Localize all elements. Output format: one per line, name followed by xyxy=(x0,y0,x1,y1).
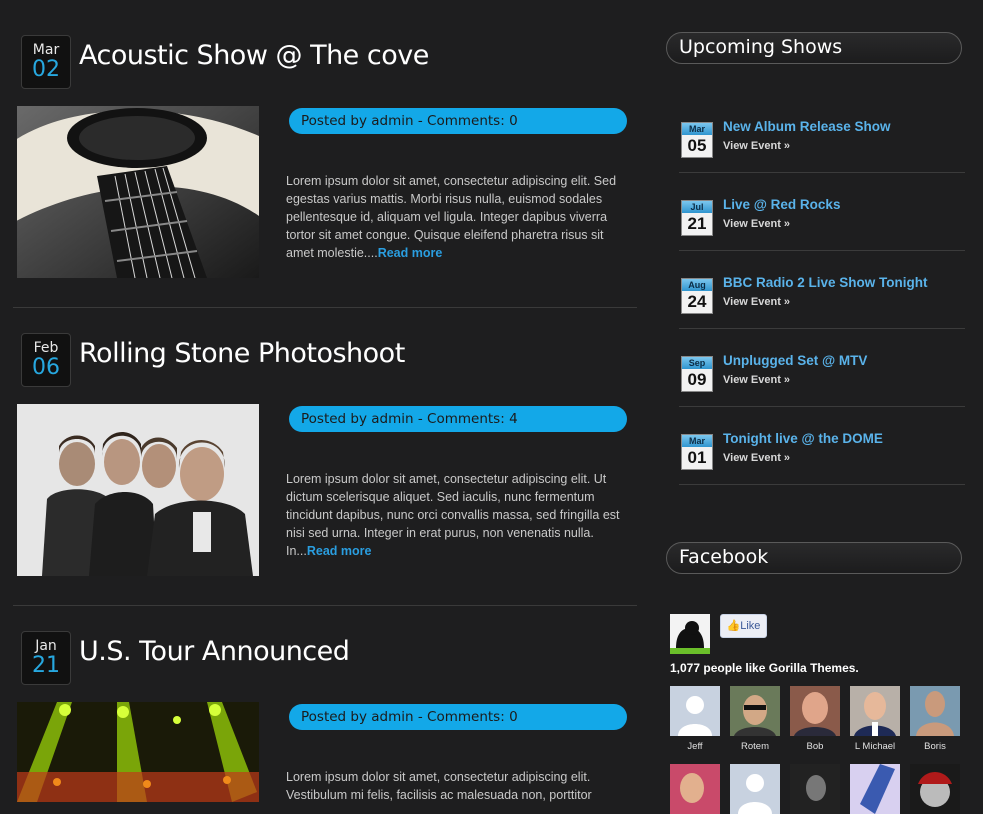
calendar-month: Mar xyxy=(682,123,712,135)
post-meta-bar: Posted by admin - Comments: 0 xyxy=(289,704,627,730)
facebook-like-button[interactable]: 👍Like xyxy=(720,614,767,638)
show-divider xyxy=(679,172,965,173)
view-event-link[interactable]: View Event » xyxy=(723,296,790,308)
like-label: Like xyxy=(740,620,761,632)
calendar-day: 21 xyxy=(687,214,707,233)
fan-item[interactable] xyxy=(670,764,720,814)
calendar-day: 09 xyxy=(687,370,707,389)
fan-item[interactable]: Bob xyxy=(790,686,840,752)
show-divider xyxy=(679,250,965,251)
date-badge: Jan 21 xyxy=(21,631,71,685)
fan-item[interactable]: L Michael xyxy=(850,686,900,752)
fan-item[interactable] xyxy=(850,764,900,814)
fan-name: Boris xyxy=(924,741,946,752)
fan-name: Jeff xyxy=(687,741,703,752)
show-item: Aug 24 BBC Radio 2 Live Show Tonight Vie… xyxy=(679,275,965,356)
calendar-icon: Mar 05 xyxy=(681,122,713,158)
page-name-link[interactable]: Gorilla Themes xyxy=(769,661,856,675)
like-count: 1,077 people like Gorilla Themes. xyxy=(670,661,859,675)
calendar-day: 24 xyxy=(687,292,707,311)
avatar xyxy=(790,686,840,736)
view-event-link[interactable]: View Event » xyxy=(723,374,790,386)
calendar-day: 01 xyxy=(687,448,707,467)
calendar-icon: Mar 01 xyxy=(681,434,713,470)
show-divider xyxy=(679,484,965,485)
date-day: 21 xyxy=(32,653,60,678)
fan-name: Bob xyxy=(806,741,824,752)
avatar xyxy=(730,686,780,736)
avatar xyxy=(670,764,720,814)
fan-item[interactable]: Jeff xyxy=(670,686,720,752)
show-item: Sep 09 Unplugged Set @ MTV View Event » xyxy=(679,353,965,434)
show-title-link[interactable]: BBC Radio 2 Live Show Tonight xyxy=(723,275,928,290)
post-title-link[interactable]: U.S. Tour Announced xyxy=(79,636,350,667)
gorilla-logo-image[interactable] xyxy=(670,614,710,654)
post-excerpt: Lorem ipsum dolor sit amet, consectetur … xyxy=(286,768,631,804)
avatar xyxy=(910,764,960,814)
calendar-month: Sep xyxy=(682,357,712,369)
avatar xyxy=(670,686,720,736)
fan-name: L Michael xyxy=(854,741,896,752)
avatar xyxy=(850,686,900,736)
date-month: Jan xyxy=(35,638,57,654)
fan-item[interactable]: Boris xyxy=(910,686,960,752)
calendar-icon: Sep 09 xyxy=(681,356,713,392)
show-title-link[interactable]: Tonight live @ the DOME xyxy=(723,431,883,446)
calendar-day: 05 xyxy=(687,136,707,155)
avatar xyxy=(790,764,840,814)
show-title-link[interactable]: New Album Release Show xyxy=(723,119,891,134)
show-divider xyxy=(679,406,965,407)
view-event-link[interactable]: View Event » xyxy=(723,140,790,152)
facebook-header: Facebook xyxy=(666,542,962,574)
concert-image[interactable] xyxy=(17,702,259,802)
meta-prefix: Posted by xyxy=(301,709,372,725)
show-title-link[interactable]: Unplugged Set @ MTV xyxy=(723,353,867,368)
avatar xyxy=(730,764,780,814)
fan-name: Rotem xyxy=(741,741,769,752)
widget-title: Upcoming Shows xyxy=(679,36,843,58)
meta-separator: - Comments: xyxy=(413,709,510,725)
comments-count-link[interactable]: 0 xyxy=(509,709,518,725)
avatar xyxy=(910,686,960,736)
fan-item[interactable] xyxy=(910,764,960,814)
upcoming-shows-header: Upcoming Shows xyxy=(666,32,962,64)
view-event-link[interactable]: View Event » xyxy=(723,218,790,230)
show-item: Mar 05 New Album Release Show View Event… xyxy=(679,119,965,200)
thumbs-up-icon: 👍 xyxy=(726,620,741,632)
widget-title: Facebook xyxy=(679,546,769,568)
fan-item[interactable] xyxy=(790,764,840,814)
show-title-link[interactable]: Live @ Red Rocks xyxy=(723,197,840,212)
fan-item[interactable]: Rotem xyxy=(730,686,780,752)
view-event-link[interactable]: View Event » xyxy=(723,452,790,464)
post-us-tour: Jan 21 U.S. Tour Announced Posted by adm… xyxy=(0,0,640,802)
avatar xyxy=(850,764,900,814)
calendar-month: Mar xyxy=(682,435,712,447)
calendar-month: Aug xyxy=(682,279,712,291)
fan-item[interactable] xyxy=(730,764,780,814)
show-divider xyxy=(679,328,965,329)
like-count-text: 1,077 people like xyxy=(670,661,769,675)
calendar-icon: Jul 21 xyxy=(681,200,713,236)
excerpt-text: Lorem ipsum dolor sit amet, consectetur … xyxy=(286,770,592,802)
show-item: Mar 01 Tonight live @ the DOME View Even… xyxy=(679,431,965,512)
calendar-icon: Aug 24 xyxy=(681,278,713,314)
author-link[interactable]: admin xyxy=(371,709,413,725)
show-item: Jul 21 Live @ Red Rocks View Event » xyxy=(679,197,965,278)
calendar-month: Jul xyxy=(682,201,712,213)
